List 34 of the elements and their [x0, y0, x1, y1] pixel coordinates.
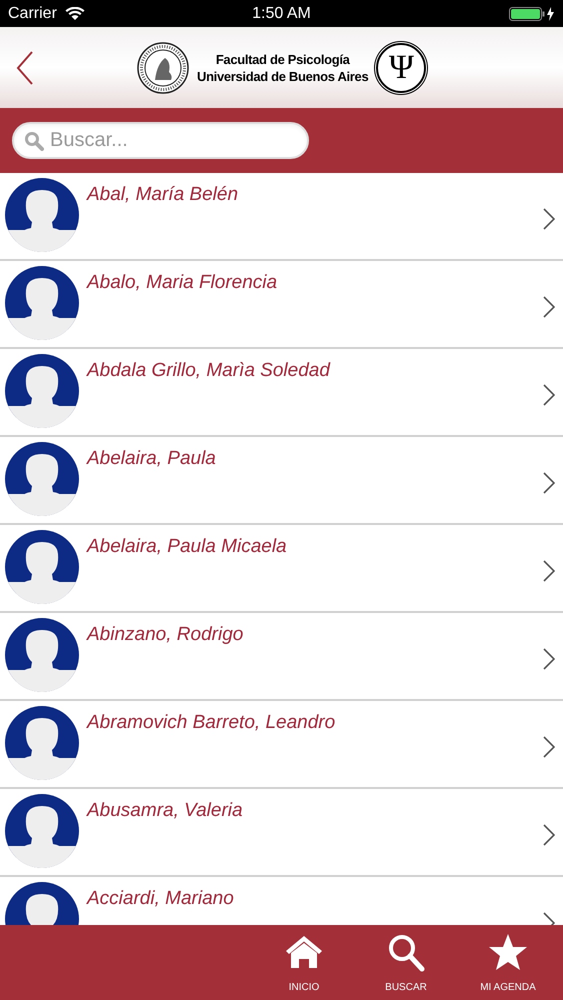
home-icon [284, 933, 324, 969]
chevron-icon [543, 736, 555, 758]
chevron-icon [543, 208, 555, 230]
carrier-label: Carrier [8, 4, 57, 24]
emblem-logo: Ψ [376, 42, 426, 92]
wifi-icon [64, 6, 85, 20]
seal-icon [137, 42, 189, 94]
chevron-icon [543, 296, 555, 318]
back-icon[interactable] [16, 50, 34, 84]
chevron-icon [543, 384, 555, 406]
faculty-title: Facultad de Psicología [216, 50, 350, 68]
person-name: Abramovich Barreto, Leandro [87, 711, 336, 735]
chevron-icon [543, 560, 555, 582]
tab-button[interactable]: BUSCAR [359, 933, 453, 995]
clock-label: 1:50 AM [252, 4, 311, 24]
search-field[interactable]: Buscar... [12, 122, 309, 159]
star-icon [488, 933, 528, 971]
person-name: Abdala Grillo, Marìa Soledad [87, 359, 330, 383]
tab-button[interactable]: INICIO [257, 933, 351, 995]
search-icon [386, 933, 426, 973]
person-name: Acciardi, Mariano [87, 887, 234, 911]
tab-button[interactable]: MI AGENDA [461, 933, 555, 995]
search-icon [24, 131, 44, 151]
chevron-icon [543, 824, 555, 846]
chevron-icon [543, 472, 555, 494]
person-name: Abusamra, Valeria [87, 799, 243, 823]
person-name: Abelaira, Paula [87, 447, 216, 471]
person-name: Abelaira, Paula Micaela [87, 535, 287, 559]
person-name: Abal, María Belén [87, 183, 238, 207]
person-name: Abinzano, Rodrigo [87, 623, 244, 647]
chevron-icon [543, 648, 555, 670]
university-title: Universidad de Buenos Aires [197, 68, 368, 84]
battery-icon [509, 6, 555, 20]
person-name: Abalo, Maria Florencia [87, 271, 278, 295]
